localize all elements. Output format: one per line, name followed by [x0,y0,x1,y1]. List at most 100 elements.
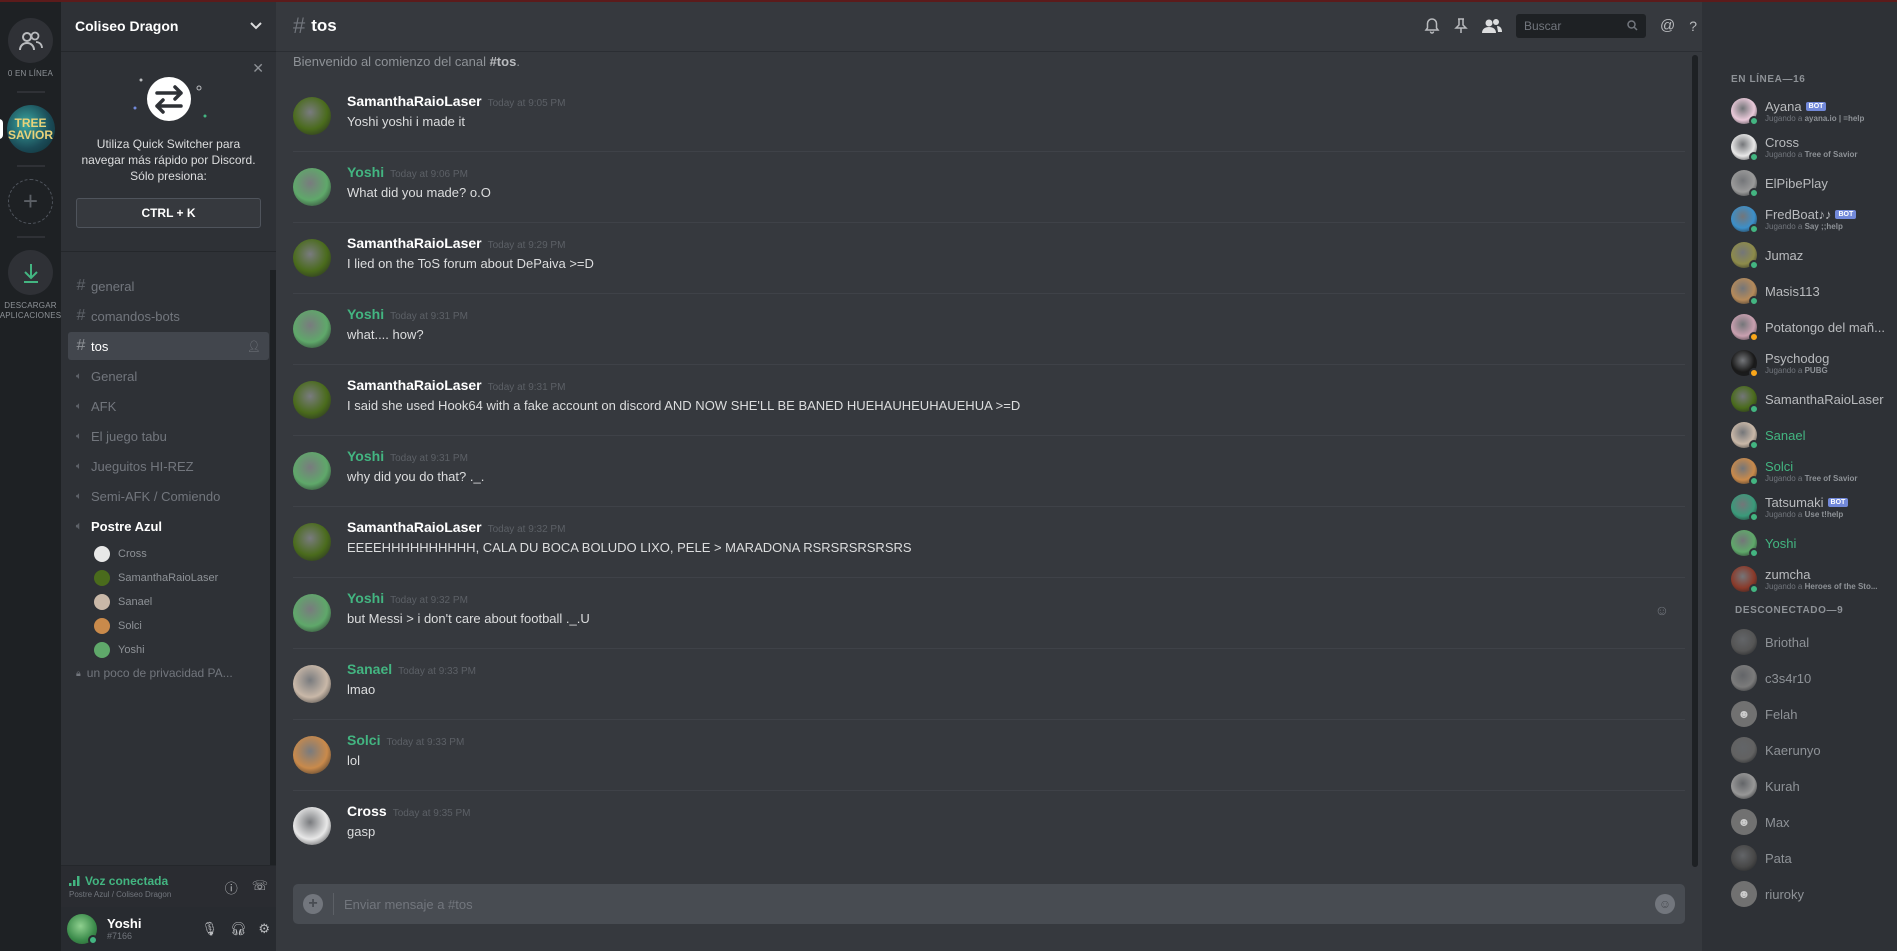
gear-icon[interactable]: ⚙ [258,921,270,937]
avatar[interactable] [293,310,331,348]
close-icon[interactable]: ✕ [252,60,264,77]
message-body: Yoshi Today at 9:06 PM What did you made? … [347,164,491,222]
avatar [1731,530,1759,558]
avatar[interactable] [293,239,331,277]
message-author[interactable]: Yoshi [347,164,384,180]
avatar[interactable] [293,381,331,419]
member-item[interactable]: ☻ riuroky [1702,876,1897,912]
member-item[interactable]: Solci Jugando a Tree of Savior [1702,453,1897,489]
member-item[interactable]: Jumaz [1702,237,1897,273]
member-item[interactable]: Kurah [1702,768,1897,804]
channel-item-jueguitos-hi-rez[interactable]: 🔈︎ Jueguitos HI-REZ [68,452,269,480]
emoji-picker-button[interactable]: ☺ [1655,894,1675,914]
message-body: SamanthaRaioLaser Today at 9:31 PM I said … [347,377,1020,435]
avatar[interactable] [293,665,331,703]
search-input[interactable]: Buscar [1515,13,1646,38]
member-item[interactable]: Yoshi [1702,525,1897,561]
mentions-icon[interactable]: @ [1660,17,1675,34]
channel-item-tos[interactable]: # tos 👤︎ [68,332,269,360]
speaker-icon: 🔈︎ [76,460,82,472]
invite-icon[interactable]: 👤︎ [247,340,261,353]
message-author[interactable]: Yoshi [347,448,384,464]
avatar [1731,494,1759,522]
avatar[interactable] [293,168,331,206]
add-reaction-icon[interactable]: ☺ [1655,602,1669,618]
member-item[interactable]: Ayana BOT Jugando a ayana.io | =help [1702,93,1897,129]
locked-voice-channel[interactable]: 🔒︎ un poco de privacidad PA... [68,662,269,684]
channel-item-postre-azul[interactable]: 🔈︎ Postre Azul [68,512,269,540]
voice-user[interactable]: Solci [68,614,269,638]
message-author[interactable]: Cross [347,803,387,819]
friends-button[interactable] [8,18,53,63]
member-item[interactable]: ☻ Felah [1702,696,1897,732]
activity-prefix: Jugando a [1765,222,1805,231]
voice-user-name: Cross [118,548,147,560]
voice-user[interactable]: SamanthaRaioLaser [68,566,269,590]
pin-icon[interactable] [1454,17,1468,34]
voice-user[interactable]: Yoshi [68,638,269,662]
server-icon-coliseo-dragon[interactable]: TREE SAVIOR [0,105,55,153]
message-author[interactable]: SamanthaRaioLaser [347,235,482,251]
channel-item-afk[interactable]: 🔈︎ AFK [68,392,269,420]
channel-item-el-juego-tabu[interactable]: 🔈︎ El juego tabu [68,422,269,450]
channel-item-general[interactable]: 🔈︎ General [68,362,269,390]
disconnect-icon[interactable]: ☏ [252,878,268,897]
avatar[interactable] [293,736,331,774]
avatar[interactable] [293,807,331,845]
upload-button[interactable]: + [303,894,323,914]
member-item[interactable]: FredBoat♪♪ BOT Jugando a Say ;;help [1702,201,1897,237]
member-item[interactable]: Cross Jugando a Tree of Savior [1702,129,1897,165]
channel-name: General [91,368,138,384]
add-server-button[interactable]: + [8,179,53,224]
member-item[interactable]: Briothal [1702,624,1897,660]
message-author[interactable]: Yoshi [347,306,384,322]
member-item[interactable]: SamanthaRaioLaser [1702,381,1897,417]
avatar: ☻ [1731,881,1757,907]
channel-item-comandos-bots[interactable]: # comandos-bots [68,302,269,330]
help-icon[interactable]: ? [1689,18,1697,34]
member-item[interactable]: ☻ Max [1702,804,1897,840]
headphones-icon[interactable]: 🎧︎ [230,921,247,937]
member-item[interactable]: c3s4r10 [1702,660,1897,696]
download-apps-button[interactable] [8,250,53,295]
message-author[interactable]: Solci [347,732,380,748]
avatar [1731,170,1759,198]
member-list-icon[interactable] [1481,18,1502,34]
channel-item-general[interactable]: # general [68,272,269,300]
message-author[interactable]: Yoshi [347,590,384,606]
member-item[interactable]: zumcha Jugando a Heroes of the Sto... [1702,561,1897,597]
microphone-icon[interactable]: 🎙︎ [201,921,218,937]
message-author[interactable]: Sanael [347,661,392,677]
voice-status-label: Voz conectada [85,874,169,888]
avatar[interactable] [293,452,331,490]
member-item[interactable]: Tatsumaki BOT Jugando a Use t!help [1702,489,1897,525]
member-item[interactable]: Psychodog Jugando a PUBG [1702,345,1897,381]
welcome-channel[interactable]: #tos [490,54,517,69]
member-item[interactable]: Masis113 [1702,273,1897,309]
avatar[interactable] [293,97,331,135]
hash-icon: # [76,307,86,324]
message-author[interactable]: SamanthaRaioLaser [347,93,482,109]
avatar[interactable] [293,523,331,561]
bell-icon[interactable] [1424,17,1440,34]
channel-name: comandos-bots [91,308,180,324]
member-item[interactable]: Potatongo del mañ... [1702,309,1897,345]
chat-scrollbar-thumb[interactable] [1692,55,1698,867]
member-item[interactable]: Pata [1702,840,1897,876]
shortcut-button[interactable]: CTRL + K [76,198,261,228]
member-item[interactable]: ElPibePlay [1702,165,1897,201]
avatar[interactable] [67,914,98,945]
member-item[interactable]: Kaerunyo [1702,732,1897,768]
message-input[interactable] [344,896,1655,912]
channel-item-semi-afk-comiendo[interactable]: 🔈︎ Semi-AFK / Comiendo [68,482,269,510]
guild-header[interactable]: Coliseo Dragon [61,0,276,52]
member-item[interactable]: Sanael [1702,417,1897,453]
info-icon[interactable]: ⓘ [225,878,238,897]
chat-scrollbar[interactable] [1692,55,1698,867]
voice-user[interactable]: Cross [68,542,269,566]
member-info: FredBoat♪♪ BOT Jugando a Say ;;help [1765,207,1857,231]
voice-user[interactable]: Sanael [68,590,269,614]
avatar[interactable] [293,594,331,632]
message-author[interactable]: SamanthaRaioLaser [347,519,482,535]
message-author[interactable]: SamanthaRaioLaser [347,377,482,393]
